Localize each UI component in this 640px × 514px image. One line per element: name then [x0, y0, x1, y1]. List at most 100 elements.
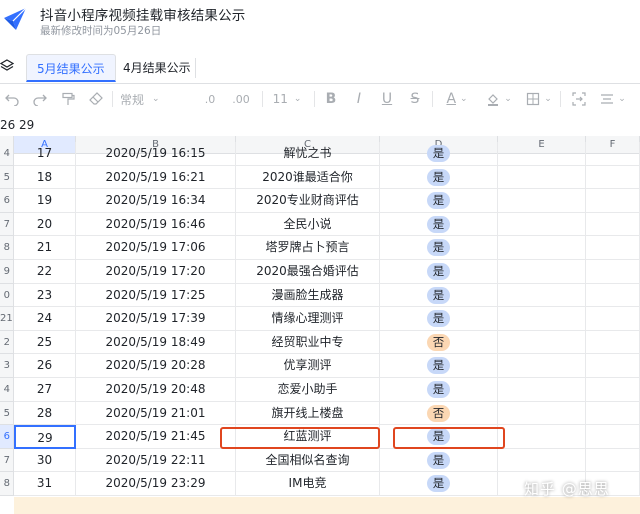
tab-may-results[interactable]: 5月结果公示: [26, 54, 116, 82]
redo-icon[interactable]: [30, 88, 50, 110]
cell-d[interactable]: 是: [380, 165, 498, 190]
row-header[interactable]: 21: [0, 307, 14, 331]
cell-d[interactable]: 否: [380, 330, 498, 355]
cell-b[interactable]: 2020/5/19 16:15: [76, 142, 236, 166]
highlighted-empty-row[interactable]: [14, 497, 640, 514]
cell-d[interactable]: 是: [380, 354, 498, 378]
cell-a[interactable]: 23: [14, 283, 76, 308]
cell-a[interactable]: 17: [14, 142, 76, 166]
cell-a[interactable]: 18: [14, 165, 76, 190]
cell-d[interactable]: 否: [380, 401, 498, 426]
cell-b[interactable]: 2020/5/19 18:49: [76, 330, 236, 355]
row-header[interactable]: 6: [0, 189, 14, 213]
cell-a[interactable]: 24: [14, 307, 76, 331]
cell-f[interactable]: [586, 330, 640, 355]
cell-d[interactable]: 是: [380, 283, 498, 308]
cell-c[interactable]: IM电竞: [236, 472, 380, 496]
cell-d[interactable]: 是: [380, 189, 498, 213]
eraser-icon[interactable]: [86, 88, 106, 110]
row-header[interactable]: 7: [0, 212, 14, 237]
cell-b[interactable]: 2020/5/19 20:28: [76, 354, 236, 378]
row-header[interactable]: 8: [0, 236, 14, 260]
cell-d[interactable]: 是: [380, 260, 498, 284]
cell-e[interactable]: [498, 330, 586, 355]
number-format-select[interactable]: 常规 ⌄: [120, 88, 180, 110]
cell-e[interactable]: [498, 448, 586, 473]
cell-c[interactable]: 全民小说: [236, 212, 380, 237]
formula-input[interactable]: 29: [19, 118, 34, 132]
cell-f[interactable]: [586, 142, 640, 166]
cell-a[interactable]: 30: [14, 448, 76, 473]
fill-color-button[interactable]: ⌄: [484, 88, 514, 110]
cell-a[interactable]: 19: [14, 189, 76, 213]
cell-d[interactable]: 是: [380, 236, 498, 260]
cell-c[interactable]: 优享测评: [236, 354, 380, 378]
cell-d[interactable]: 是: [380, 448, 498, 473]
cell-e[interactable]: [498, 212, 586, 237]
cell-f[interactable]: [586, 283, 640, 308]
cell-a[interactable]: 22: [14, 260, 76, 284]
decrease-decimal-button[interactable]: .0: [200, 88, 220, 110]
cell-b[interactable]: 2020/5/19 21:45: [76, 425, 236, 449]
row-header[interactable]: 5: [0, 401, 14, 426]
row-header[interactable]: 6: [0, 425, 14, 449]
cell-a[interactable]: 25: [14, 330, 76, 355]
cell-f[interactable]: [586, 354, 640, 378]
cell-f[interactable]: [586, 212, 640, 237]
cell-b[interactable]: 2020/5/19 16:46: [76, 212, 236, 237]
cell-f[interactable]: [586, 189, 640, 213]
cell-f[interactable]: [586, 165, 640, 190]
row-header[interactable]: 0: [0, 283, 14, 308]
cell-c[interactable]: 2020谁最适合你: [236, 165, 380, 190]
cell-f[interactable]: [586, 401, 640, 426]
cell-a[interactable]: 29: [14, 425, 76, 449]
undo-icon[interactable]: [2, 88, 22, 110]
cell-c[interactable]: 解忧之书: [236, 142, 380, 166]
cell-a[interactable]: 31: [14, 472, 76, 496]
cell-f[interactable]: [586, 307, 640, 331]
cell-b[interactable]: 2020/5/19 21:01: [76, 401, 236, 426]
cell-e[interactable]: [498, 236, 586, 260]
cell-e[interactable]: [498, 165, 586, 190]
row-header[interactable]: 5: [0, 165, 14, 190]
cell-b[interactable]: 2020/5/19 20:48: [76, 378, 236, 402]
strikethrough-button[interactable]: S: [406, 88, 424, 110]
cell-a[interactable]: 26: [14, 354, 76, 378]
cell-d[interactable]: 是: [380, 472, 498, 496]
format-painter-icon[interactable]: [58, 88, 78, 110]
cell-f[interactable]: [586, 260, 640, 284]
cell-d[interactable]: 是: [380, 378, 498, 402]
cell-b[interactable]: 2020/5/19 17:06: [76, 236, 236, 260]
row-header[interactable]: 9: [0, 260, 14, 284]
cell-c[interactable]: 经贸职业中专: [236, 330, 380, 355]
cell-a[interactable]: 28: [14, 401, 76, 426]
cell-d[interactable]: 是: [380, 212, 498, 237]
cell-d[interactable]: 是: [380, 307, 498, 331]
cell-e[interactable]: [498, 189, 586, 213]
tab-april-results[interactable]: 4月结果公示: [113, 54, 201, 82]
merge-cells-icon[interactable]: [570, 88, 588, 110]
cell-c[interactable]: 2020专业财商评估: [236, 189, 380, 213]
borders-button[interactable]: ⌄: [524, 88, 554, 110]
cell-a[interactable]: 20: [14, 212, 76, 237]
cell-a[interactable]: 21: [14, 236, 76, 260]
cell-c[interactable]: 旗开线上楼盘: [236, 401, 380, 426]
row-header[interactable]: 7: [0, 448, 14, 473]
cell-c[interactable]: 2020最强合婚评估: [236, 260, 380, 284]
italic-button[interactable]: I: [350, 88, 368, 110]
cell-e[interactable]: [498, 354, 586, 378]
row-header[interactable]: 4: [0, 142, 14, 166]
cell-f[interactable]: [586, 378, 640, 402]
cell-e[interactable]: [498, 378, 586, 402]
font-color-button[interactable]: A ⌄: [442, 88, 472, 110]
cell-e[interactable]: [498, 307, 586, 331]
row-header[interactable]: 3: [0, 354, 14, 378]
cell-b[interactable]: 2020/5/19 16:21: [76, 165, 236, 190]
layers-icon[interactable]: [0, 59, 14, 73]
cell-b[interactable]: 2020/5/19 22:11: [76, 448, 236, 473]
cell-c[interactable]: 全国相似名查询: [236, 448, 380, 473]
cell-e[interactable]: [498, 260, 586, 284]
cell-c[interactable]: 恋爱小助手: [236, 378, 380, 402]
cell-f[interactable]: [586, 425, 640, 449]
underline-button[interactable]: U: [378, 88, 396, 110]
